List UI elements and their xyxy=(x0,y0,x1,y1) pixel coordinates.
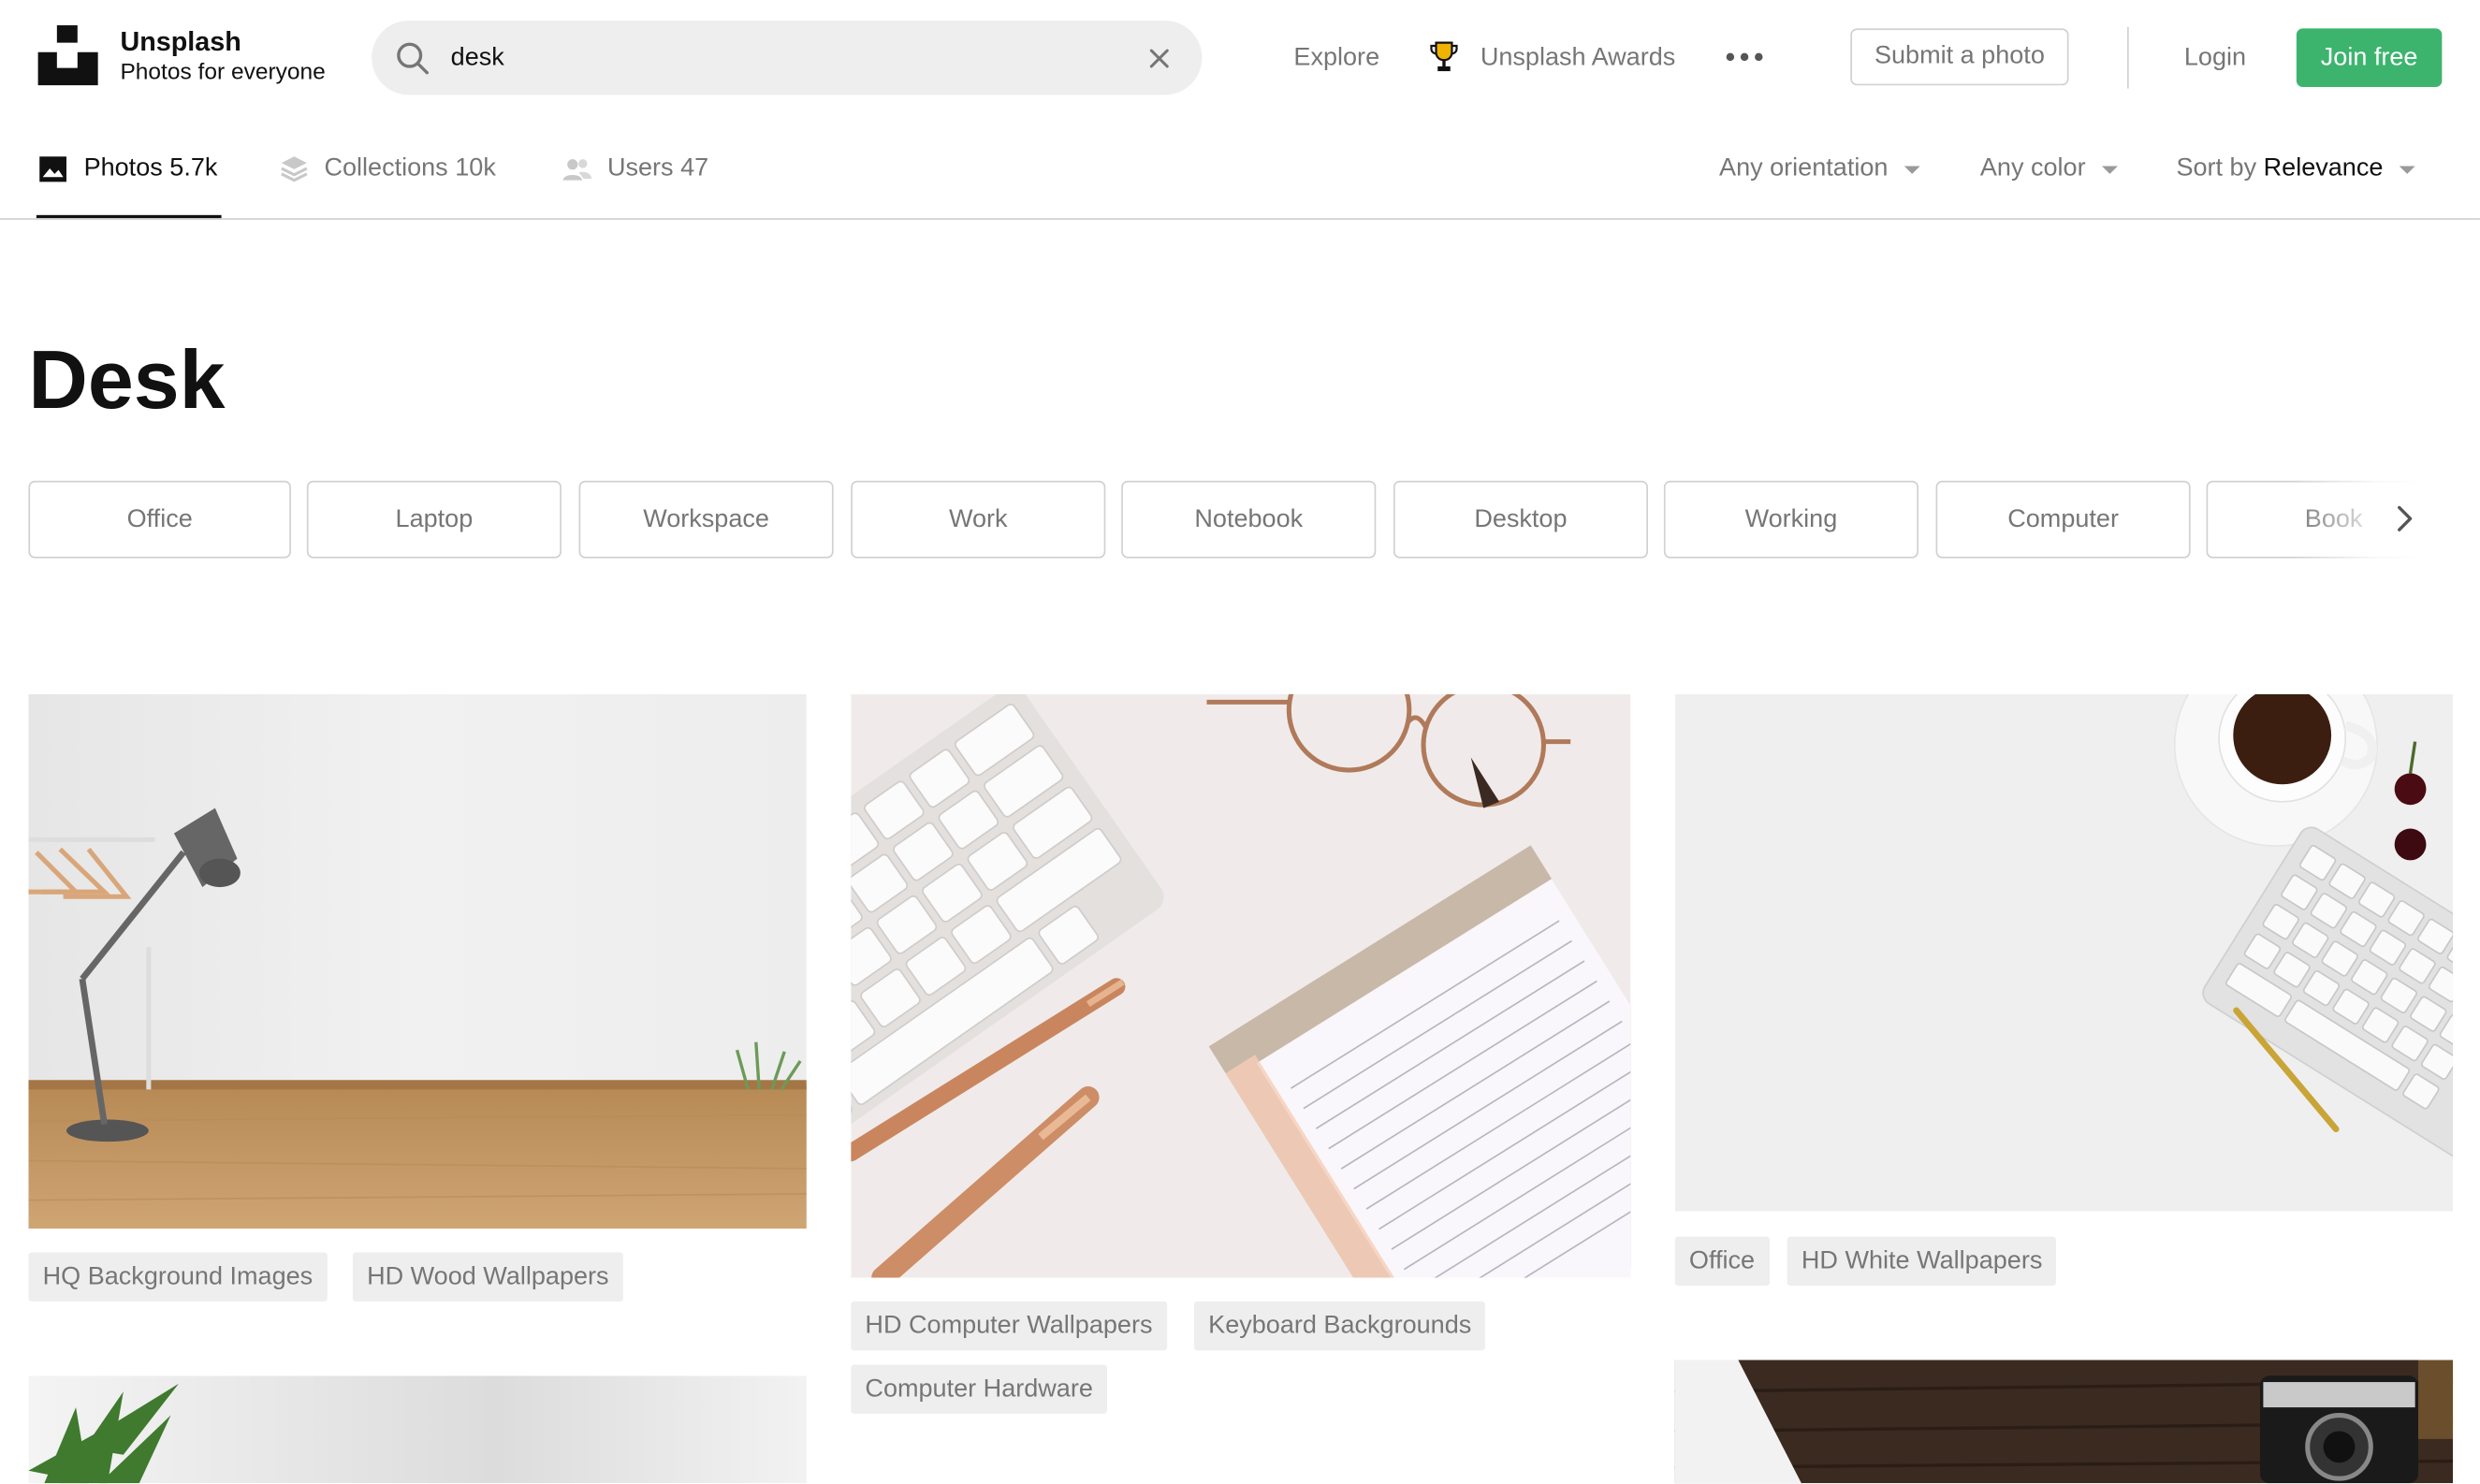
related-search-chip[interactable]: Notebook xyxy=(1121,480,1377,559)
brand-tagline: Photos for everyone xyxy=(120,60,326,86)
users-icon xyxy=(562,159,592,181)
related-search-chip[interactable]: Desktop xyxy=(1393,480,1648,559)
chevron-down-icon xyxy=(2399,165,2415,174)
nav-awards-link[interactable]: Unsplash Awards xyxy=(1481,43,1675,75)
tab-users-count: 47 xyxy=(680,154,709,182)
clear-search-icon[interactable] xyxy=(1140,39,1178,78)
brand-name[interactable]: Unsplash xyxy=(120,27,241,59)
photo-card[interactable] xyxy=(1674,1360,2454,1484)
related-search-chip[interactable]: Work xyxy=(851,480,1106,559)
sort-prefix: Sort by xyxy=(2176,154,2257,182)
plant-desk-photo xyxy=(28,1375,807,1484)
sort-value: Relevance xyxy=(2263,154,2384,182)
sort-filter[interactable]: Sort by Relevance xyxy=(2176,152,2415,186)
color-filter[interactable]: Any color xyxy=(1980,152,2118,186)
tab-photos-count: 5.7k xyxy=(169,154,218,182)
trophy-icon xyxy=(1430,41,1458,72)
tab-photos-label: Photos xyxy=(83,154,163,182)
orientation-filter[interactable]: Any orientation xyxy=(1719,152,1920,186)
tab-users[interactable]: Users 47 xyxy=(562,152,708,186)
more-options-icon[interactable] xyxy=(1724,41,1765,73)
tabs-separator xyxy=(0,218,2480,220)
login-link[interactable]: Login xyxy=(2184,43,2246,75)
photo-icon xyxy=(39,156,66,182)
related-search-chip[interactable]: Workspace xyxy=(578,480,834,559)
photo-card[interactable] xyxy=(28,693,807,1229)
color-filter-label: Any color xyxy=(1979,154,2086,182)
related-search-chip[interactable]: Office xyxy=(28,480,291,559)
join-free-button[interactable]: Join free xyxy=(2296,28,2443,87)
camera-wood-desk-photo xyxy=(1674,1360,2454,1484)
chevron-down-icon xyxy=(2101,165,2118,174)
search-icon[interactable] xyxy=(394,39,432,78)
header-divider xyxy=(2127,26,2129,89)
photo-tag[interactable]: HD Wood Wallpapers xyxy=(352,1252,623,1302)
related-search-chip[interactable]: Laptop xyxy=(306,480,562,559)
tab-photos[interactable]: Photos 5.7k xyxy=(38,152,218,186)
desk-lamp-photo xyxy=(28,693,807,1229)
chevron-down-icon xyxy=(1904,165,1920,174)
tab-collections[interactable]: Collections 10k xyxy=(278,152,496,186)
chevron-right-icon[interactable] xyxy=(2385,500,2424,538)
tab-users-label: Users xyxy=(606,154,674,182)
photo-card[interactable] xyxy=(1674,693,2454,1212)
collections-stack-icon xyxy=(281,156,308,182)
related-search-chip[interactable]: Computer xyxy=(1935,480,2191,559)
search-input[interactable] xyxy=(450,20,1116,95)
keyboard-glasses-photo xyxy=(851,693,1631,1278)
page-title: Desk xyxy=(28,335,226,428)
photo-tag[interactable]: HD Computer Wallpapers xyxy=(851,1301,1167,1351)
tab-collections-count: 10k xyxy=(455,154,496,182)
photo-tag[interactable]: HD White Wallpapers xyxy=(1787,1236,2057,1286)
photo-tag[interactable]: Keyboard Backgrounds xyxy=(1193,1301,1486,1351)
submit-photo-button[interactable]: Submit a photo xyxy=(1850,28,2069,86)
photo-tag[interactable]: Office xyxy=(1674,1236,1770,1286)
photo-tag[interactable]: Computer Hardware xyxy=(851,1364,1108,1414)
nav-explore-link[interactable]: Explore xyxy=(1293,43,1379,75)
coffee-keyboard-photo xyxy=(1674,693,2454,1212)
search-bar[interactable] xyxy=(372,20,1203,95)
related-search-chip[interactable]: Working xyxy=(1663,480,1918,559)
tab-collections-label: Collections xyxy=(324,154,448,182)
photo-card[interactable] xyxy=(851,693,1631,1278)
unsplash-logo-icon[interactable] xyxy=(37,25,98,86)
photo-tag[interactable]: HQ Background Images xyxy=(28,1252,328,1302)
orientation-filter-label: Any orientation xyxy=(1719,154,1889,182)
photo-card[interactable] xyxy=(28,1375,807,1484)
